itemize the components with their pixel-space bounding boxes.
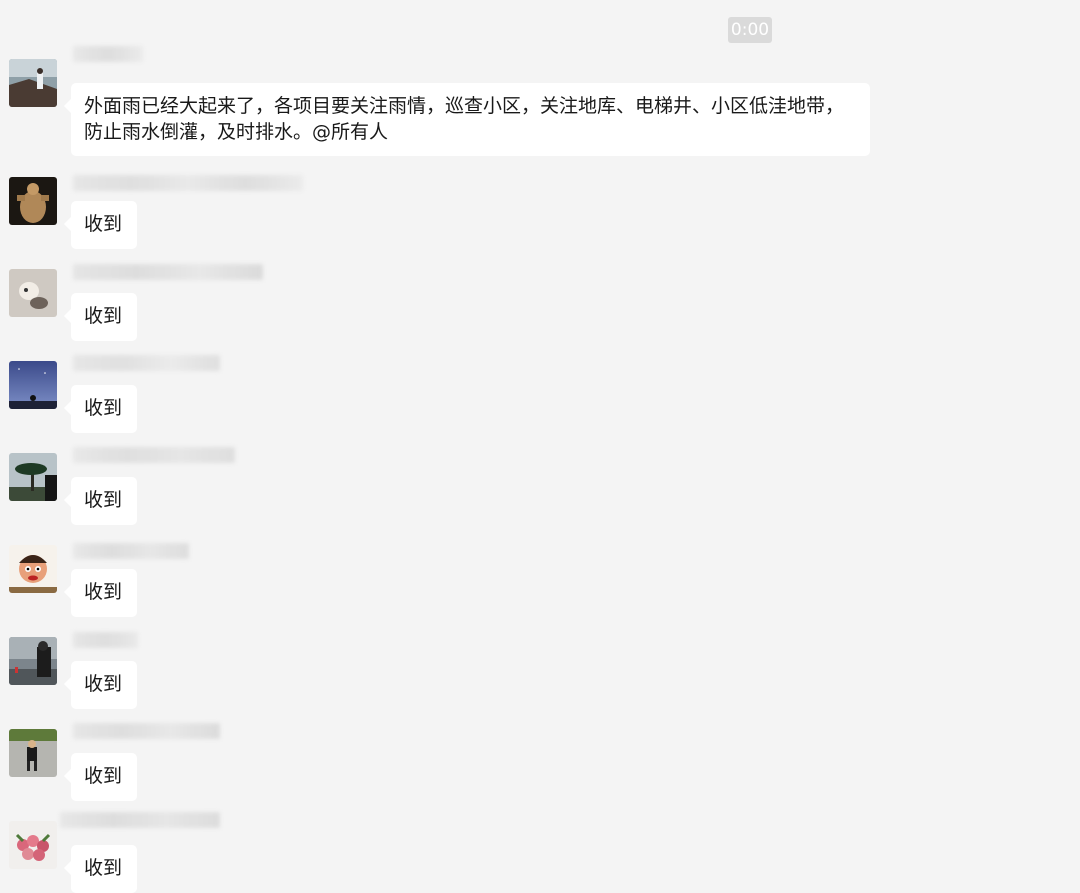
message-bubble[interactable]: 收到: [64, 477, 137, 525]
sender-name-blurred: [73, 175, 303, 191]
message-bubble[interactable]: 收到: [64, 753, 137, 801]
avatar-child-icon[interactable]: [9, 729, 57, 777]
sender-name-blurred: [73, 632, 138, 648]
avatar-person-cliff-icon[interactable]: [9, 59, 57, 107]
message-bubble[interactable]: 收到: [64, 385, 137, 433]
sender-name-blurred: [73, 46, 143, 62]
avatar-toy-icon[interactable]: [9, 269, 57, 317]
message-bubble[interactable]: 外面雨已经大起来了，各项目要关注雨情，巡查小区，关注地库、电梯井、小区低洼地带，…: [64, 83, 870, 156]
sender-name-blurred: [73, 264, 263, 280]
avatar-cartoon-icon[interactable]: [9, 545, 57, 593]
sender-name-blurred: [73, 355, 220, 371]
message-bubble[interactable]: 收到: [64, 293, 137, 341]
sender-name-blurred: [73, 723, 220, 739]
sender-name-blurred: [73, 447, 235, 463]
message-bubble[interactable]: 收到: [64, 201, 137, 249]
message-bubble[interactable]: 收到: [64, 845, 137, 893]
message-bubble[interactable]: 收到: [64, 569, 137, 617]
avatar-figure-dark-icon[interactable]: [9, 177, 57, 225]
sender-name-blurred: [73, 543, 189, 559]
avatar-night-sky-icon[interactable]: [9, 361, 57, 409]
avatar-flowers-icon[interactable]: [9, 821, 57, 869]
avatar-tree-landscape-icon[interactable]: [9, 453, 57, 501]
sender-name-blurred: [60, 812, 220, 828]
avatar-person-shore-icon[interactable]: [9, 637, 57, 685]
chat-timestamp: 0:00: [728, 17, 772, 43]
message-bubble[interactable]: 收到: [64, 661, 137, 709]
